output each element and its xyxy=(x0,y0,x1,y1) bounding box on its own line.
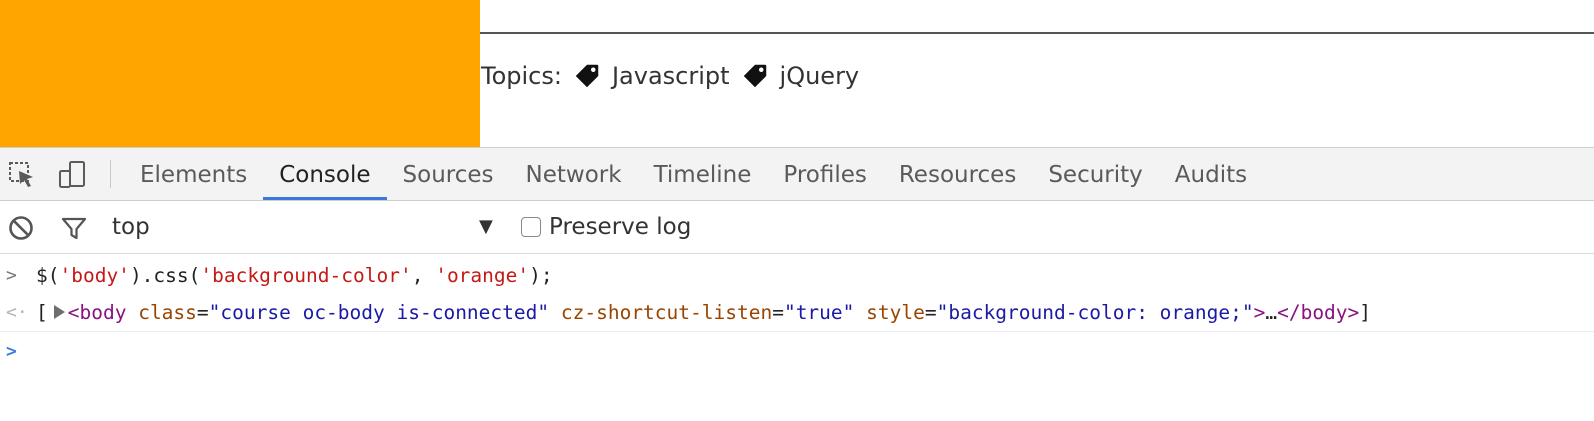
devtools-tabbar: Elements Console Sources Network Timelin… xyxy=(0,148,1594,201)
console-filter-bar: top ▼ Preserve log xyxy=(0,201,1594,254)
console-result[interactable]: [<body class="course oc-body is-connecte… xyxy=(36,295,1371,331)
input-prompt-icon: > xyxy=(6,265,17,286)
tag-icon xyxy=(575,64,599,88)
tab-profiles[interactable]: Profiles xyxy=(767,148,883,200)
topic-link-javascript[interactable]: Javascript xyxy=(572,61,730,91)
orange-body-area xyxy=(0,0,480,147)
filter-icon[interactable] xyxy=(60,214,88,242)
expand-triangle-icon[interactable] xyxy=(53,304,65,319)
toolbar-divider xyxy=(110,160,111,188)
tab-console[interactable]: Console xyxy=(263,148,387,200)
tag-icon xyxy=(743,64,766,88)
console-output[interactable]: > $('body').css('background-color', 'ora… xyxy=(0,254,1594,421)
output-prompt-icon: <· xyxy=(6,302,28,323)
horizontal-rule xyxy=(480,32,1594,34)
preserve-log-checkbox[interactable] xyxy=(521,217,541,237)
tab-resources[interactable]: Resources xyxy=(883,148,1032,200)
context-selector[interactable]: top xyxy=(112,201,150,253)
topic-label: Javascript xyxy=(611,62,730,90)
preserve-log-toggle[interactable]: Preserve log xyxy=(521,201,691,253)
page-content: Topics: Javascript jQuery xyxy=(0,0,1594,147)
console-prompt-caret-icon: > xyxy=(6,341,17,362)
tab-elements[interactable]: Elements xyxy=(124,148,263,200)
devtools-tabs: Elements Console Sources Network Timelin… xyxy=(124,148,1263,200)
tab-security[interactable]: Security xyxy=(1032,148,1158,200)
tab-sources[interactable]: Sources xyxy=(387,148,510,200)
context-dropdown-arrow[interactable]: ▼ xyxy=(479,201,493,253)
clear-console-icon[interactable] xyxy=(7,214,35,242)
console-result-line: <· [<body class="course oc-body is-conne… xyxy=(0,295,1594,332)
console-prompt-line[interactable]: > xyxy=(0,334,1594,370)
topics-label: Topics: xyxy=(481,62,562,90)
devtools-panel: Elements Console Sources Network Timelin… xyxy=(0,147,1594,421)
inspect-element-icon[interactable] xyxy=(6,159,38,191)
topics-row: Topics: Javascript jQuery xyxy=(481,58,859,94)
console-command: $('body').css('background-color', 'orang… xyxy=(36,264,553,287)
tab-timeline[interactable]: Timeline xyxy=(638,148,768,200)
tab-network[interactable]: Network xyxy=(510,148,638,200)
topic-link-jquery[interactable]: jQuery xyxy=(740,61,860,91)
console-input-line: > $('body').css('background-color', 'ora… xyxy=(0,258,1594,294)
tab-audits[interactable]: Audits xyxy=(1159,148,1263,200)
preserve-log-label: Preserve log xyxy=(549,214,692,240)
topic-label: jQuery xyxy=(779,62,860,90)
device-mode-icon[interactable] xyxy=(56,159,88,191)
